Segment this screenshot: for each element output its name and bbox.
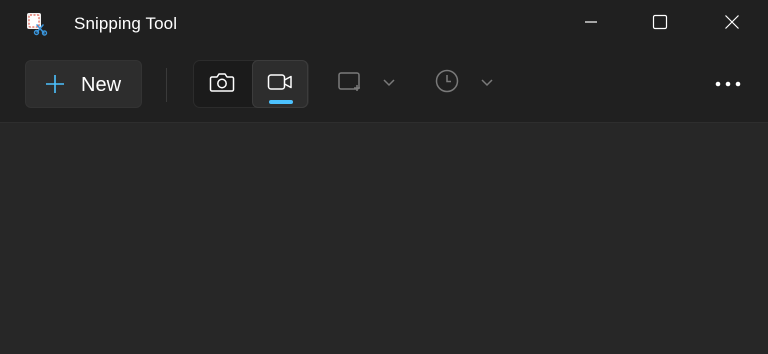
snip-shape-dropdown[interactable] (336, 68, 396, 98)
title-bar[interactable]: Snipping Tool (0, 0, 768, 46)
minimize-icon (584, 15, 598, 29)
plus-icon (45, 74, 65, 99)
maximize-icon (652, 14, 668, 30)
video-camera-icon (267, 72, 293, 97)
new-button-label: New (81, 74, 122, 96)
clock-icon (434, 68, 460, 99)
window-title: Snipping Tool (74, 14, 178, 33)
chevron-down-icon (480, 74, 494, 92)
snip-mode-button[interactable] (194, 61, 250, 107)
more-options-button[interactable] (704, 70, 752, 98)
new-button[interactable]: New (25, 60, 142, 108)
close-icon (724, 14, 740, 30)
camera-icon (209, 71, 235, 98)
rectangle-snip-icon (336, 69, 364, 98)
maximize-button[interactable] (625, 0, 695, 44)
toolbar: New (0, 46, 768, 122)
minimize-button[interactable] (556, 0, 626, 44)
snipping-tool-window: Snipping Tool New (0, 0, 768, 354)
capture-mode-toggle (193, 60, 309, 108)
snipping-tool-icon (25, 12, 49, 36)
chevron-down-icon (382, 74, 396, 92)
close-button[interactable] (697, 0, 767, 44)
selected-mode-indicator (269, 100, 293, 104)
capture-canvas (0, 123, 768, 354)
record-mode-button[interactable] (252, 60, 308, 108)
delay-dropdown[interactable] (434, 68, 494, 98)
more-dots-icon (714, 75, 742, 93)
toolbar-divider (166, 68, 167, 102)
